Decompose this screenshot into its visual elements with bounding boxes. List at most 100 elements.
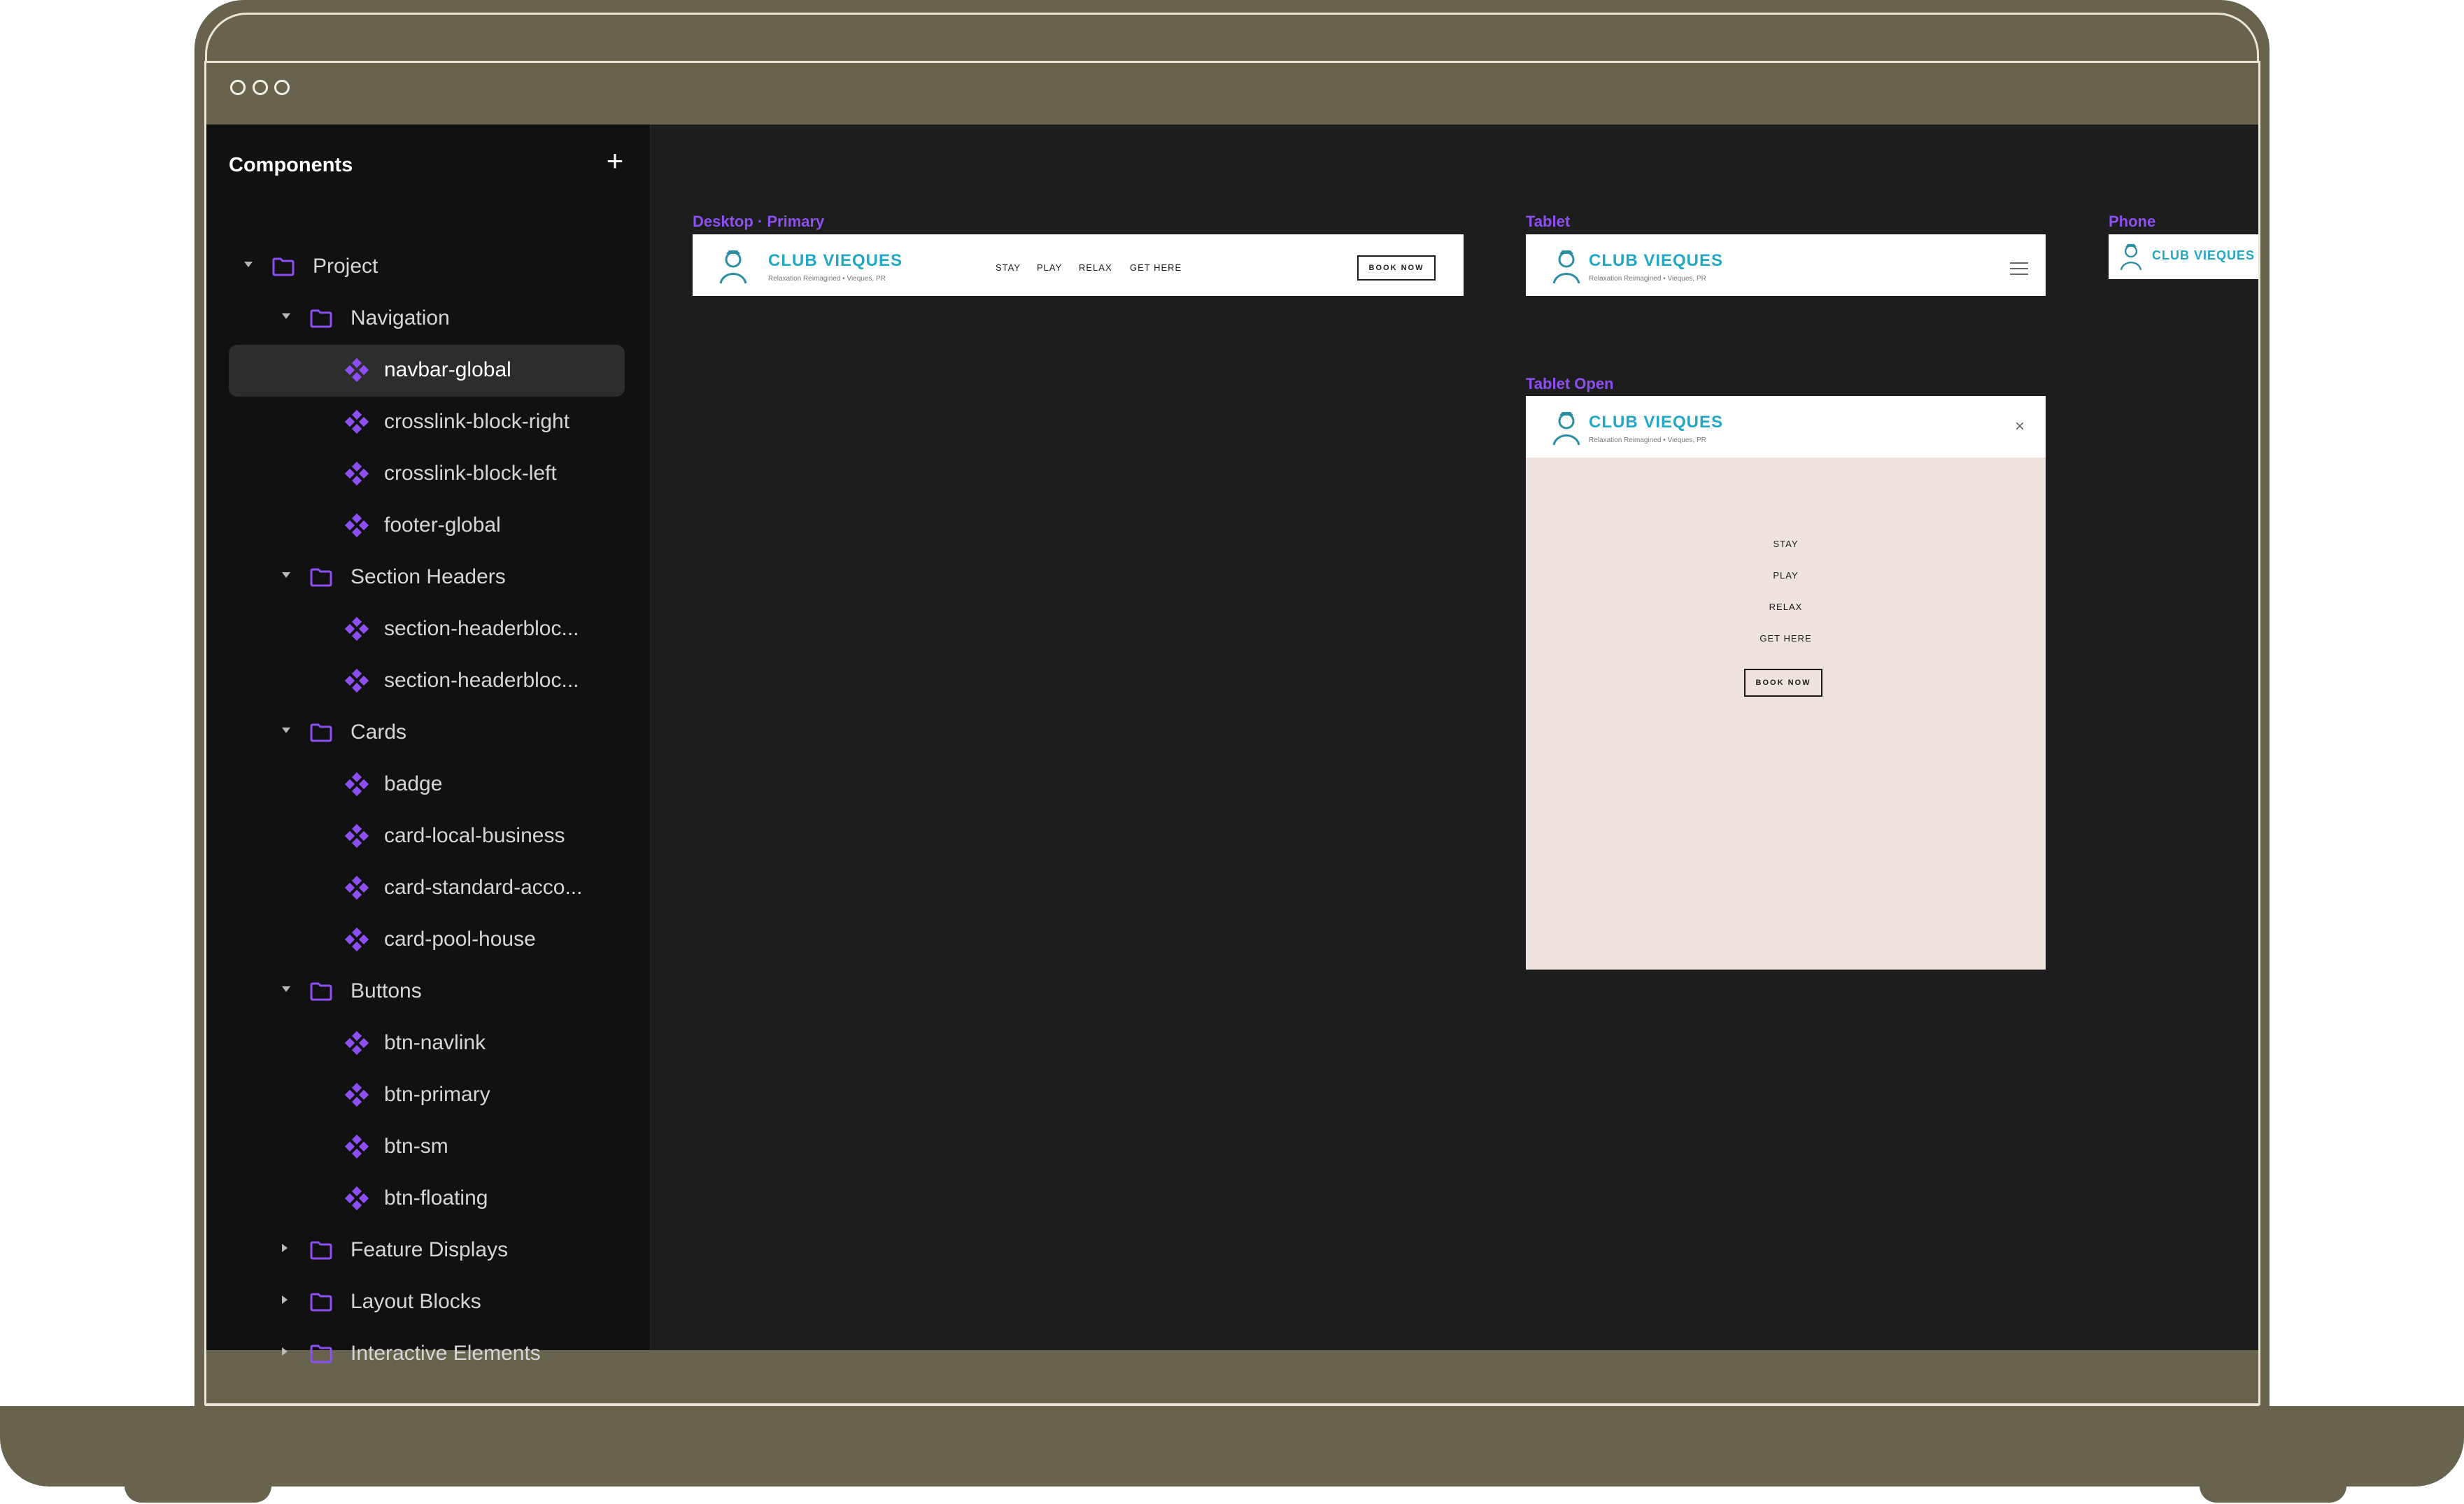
tree-component[interactable]: btn-sm	[229, 1121, 625, 1173]
book-now-button[interactable]: BOOK NOW	[1357, 255, 1436, 281]
tree-folder[interactable]: Layout Blocks	[229, 1277, 625, 1328]
tree-component[interactable]: section-headerbloc...	[229, 604, 625, 655]
tree-component[interactable]: footer-global	[229, 500, 625, 552]
logo-icon	[2120, 243, 2142, 271]
close-icon[interactable]: ×	[2013, 418, 2027, 435]
window-maximize-dot[interactable]	[274, 80, 290, 95]
menu-link-play[interactable]: PLAY	[1526, 570, 2046, 581]
caret-down-icon[interactable]	[282, 986, 290, 992]
app-window: Components + Project Navigation navbar-glo…	[206, 125, 2258, 1365]
tree-item-label: btn-floating	[384, 1186, 488, 1209]
tablet-open-frame[interactable]: CLUB VIEQUES Relaxation Reimagined • Vie…	[1526, 396, 2046, 970]
tree-item-label: Project	[313, 255, 378, 278]
laptop-screen: Components + Project Navigation navbar-glo…	[204, 61, 2260, 1405]
tree-item-label: Feature Displays	[351, 1238, 509, 1261]
logo-icon	[1552, 412, 1580, 446]
navlink-relax[interactable]: RELAX	[1079, 262, 1112, 273]
tree-component[interactable]: navbar-global	[229, 345, 625, 397]
brand-name: CLUB VIEQUES	[1589, 413, 1724, 432]
window-titlebar	[206, 63, 2258, 125]
component-icon	[344, 461, 369, 486]
caret-down-icon[interactable]	[282, 728, 290, 733]
navlink-get-here[interactable]: GET HERE	[1130, 262, 1182, 273]
desktop-frame[interactable]: CLUB VIEQUES Relaxation Reimagined • Vie…	[693, 234, 1464, 296]
caret-down-icon[interactable]	[244, 262, 253, 267]
navlink-stay[interactable]: STAY	[996, 262, 1021, 273]
tree-component[interactable]: btn-primary	[229, 1070, 625, 1121]
tree-item-label: badge	[384, 772, 443, 795]
tree-item-label: btn-sm	[384, 1135, 448, 1158]
brand-tagline: Relaxation Reimagined • Vieques, PR	[768, 275, 886, 283]
folder-icon	[310, 308, 332, 328]
folder-icon	[310, 723, 332, 742]
laptop-base	[0, 1406, 2464, 1487]
tree-component[interactable]: crosslink-block-left	[229, 448, 625, 500]
frame-label-tablet: Tablet	[1526, 213, 1571, 230]
add-component-button[interactable]: +	[600, 146, 630, 176]
tree-item-label: crosslink-block-left	[384, 462, 557, 485]
folder-icon	[310, 1292, 332, 1312]
tree-item-label: Layout Blocks	[351, 1290, 481, 1313]
menu-link-relax[interactable]: RELAX	[1526, 602, 2046, 612]
tree-component[interactable]: crosslink-block-right	[229, 397, 625, 448]
tree-component[interactable]: badge	[229, 759, 625, 811]
tree-component[interactable]: card-pool-house	[229, 914, 625, 966]
folder-icon	[310, 567, 332, 587]
tree-item-label: footer-global	[384, 513, 501, 537]
folder-icon	[310, 1344, 332, 1363]
phone-frame[interactable]: CLUB VIEQUES	[2109, 234, 2258, 279]
menu-book-now-button[interactable]: BOOK NOW	[1744, 669, 1822, 697]
menu-link-get-here[interactable]: GET HERE	[1526, 633, 2046, 644]
tree-item-label: section-headerbloc...	[384, 669, 579, 692]
tree-folder[interactable]: Interactive Elements	[229, 1328, 625, 1380]
tree-component[interactable]: btn-navlink	[229, 1018, 625, 1070]
component-icon	[344, 1030, 369, 1056]
mobile-menu-panel: STAY PLAY RELAX GET HERE BOOK NOW	[1526, 457, 2046, 970]
component-icon	[344, 875, 369, 900]
caret-down-icon[interactable]	[282, 313, 290, 319]
tree-folder[interactable]: Project	[229, 241, 625, 293]
caret-right-icon[interactable]	[282, 1296, 288, 1304]
component-icon	[344, 357, 369, 383]
phone-navbar: CLUB VIEQUES	[2109, 234, 2258, 279]
tree-item-label: Interactive Elements	[351, 1342, 541, 1365]
hamburger-menu-icon[interactable]	[2010, 262, 2028, 275]
frame-label-phone: Phone	[2109, 213, 2156, 230]
laptop-foot-right	[2200, 1483, 2346, 1503]
tree-item-label: crosslink-block-right	[384, 410, 570, 433]
brand-name: CLUB VIEQUES	[1589, 251, 1724, 270]
frame-label-tablet-open: Tablet Open	[1526, 375, 1614, 392]
component-icon	[344, 772, 369, 797]
tree-item-label: btn-primary	[384, 1083, 490, 1106]
brand-name: CLUB VIEQUES	[768, 251, 903, 270]
tree-folder[interactable]: Navigation	[229, 293, 625, 345]
tablet-frame[interactable]: CLUB VIEQUES Relaxation Reimagined • Vie…	[1526, 234, 2046, 296]
logo-icon	[719, 250, 747, 284]
component-icon	[344, 668, 369, 693]
tree-folder[interactable]: Buttons	[229, 966, 625, 1018]
window-minimize-dot[interactable]	[253, 80, 268, 95]
sidebar-title: Components	[229, 154, 353, 176]
tree-component[interactable]: card-standard-acco...	[229, 863, 625, 914]
menu-link-stay[interactable]: STAY	[1526, 539, 2046, 549]
tree-item-label: Buttons	[351, 979, 422, 1002]
tree-item-label: navbar-global	[384, 358, 511, 381]
tablet-navbar: CLUB VIEQUES Relaxation Reimagined • Vie…	[1526, 234, 2046, 296]
tree-component[interactable]: section-headerbloc...	[229, 655, 625, 707]
caret-right-icon[interactable]	[282, 1244, 288, 1252]
tree-item-label: card-pool-house	[384, 928, 536, 951]
tree-item-label: section-headerbloc...	[384, 617, 579, 640]
navlink-play[interactable]: PLAY	[1037, 262, 1062, 273]
tree-folder[interactable]: Feature Displays	[229, 1225, 625, 1277]
tree-component[interactable]: btn-floating	[229, 1173, 625, 1225]
tree-item-label: card-local-business	[384, 824, 565, 847]
tree-item-label: Section Headers	[351, 565, 506, 588]
design-canvas[interactable]: Desktop · Primary CLUB VIEQUES Relaxatio…	[651, 125, 2258, 1350]
frame-label-desktop: Desktop · Primary	[693, 213, 825, 230]
caret-down-icon[interactable]	[282, 572, 290, 578]
caret-right-icon[interactable]	[282, 1347, 288, 1356]
tree-component[interactable]: card-local-business	[229, 811, 625, 863]
tree-folder[interactable]: Section Headers	[229, 552, 625, 604]
tree-folder[interactable]: Cards	[229, 707, 625, 759]
window-close-dot[interactable]	[230, 80, 246, 95]
